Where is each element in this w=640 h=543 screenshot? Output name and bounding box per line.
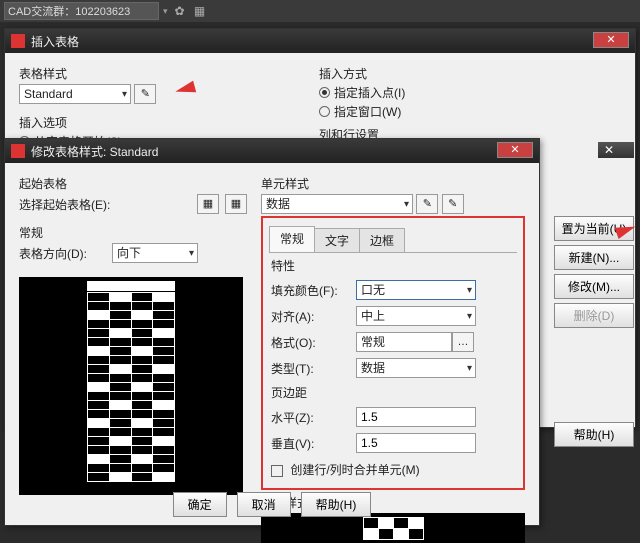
delete-button: 删除(D) (554, 303, 634, 328)
autocad-icon-2 (11, 144, 25, 158)
table-preview (19, 277, 243, 495)
close-icon-hidden[interactable]: ✕ (598, 142, 634, 158)
red-highlight-box: 常规 文字 边框 特性 填充颜色(F): 口无 对齐(A): 中上 格式( (261, 216, 525, 490)
merge-label: 创建行/列时合并单元(M) (290, 463, 419, 477)
gear-icon[interactable]: ✿ (172, 3, 188, 19)
pick-table-button[interactable]: ▦ (197, 194, 219, 214)
autocad-icon (11, 34, 25, 48)
format-value: 常规 (356, 332, 452, 352)
format-label: 格式(O): (271, 334, 356, 351)
insert-method-label: 插入方式 (319, 65, 619, 82)
app-topbar: ▾ ✿ ▦ (0, 0, 640, 22)
vert-margin-input[interactable] (356, 433, 476, 453)
radio-insert-point[interactable]: 指定插入点(I) (319, 84, 619, 101)
red-arrow-icon (174, 81, 196, 98)
tab-general[interactable]: 常规 (269, 226, 315, 252)
type-label: 类型(T): (271, 360, 356, 377)
table-style-combo[interactable]: Standard (19, 84, 131, 104)
align-combo[interactable]: 中上 (356, 306, 476, 326)
qq-group-input[interactable] (4, 2, 159, 20)
close-icon-2[interactable]: ✕ (497, 142, 533, 158)
help-button[interactable]: 帮助(H) (301, 492, 372, 517)
dialog-title-2: 修改表格样式: Standard (31, 143, 158, 160)
props-label: 特性 (271, 257, 515, 274)
new-button[interactable]: 新建(N)... (554, 245, 634, 270)
fill-color-combo[interactable]: 口无 (356, 280, 476, 300)
grid-icon[interactable]: ▦ (192, 3, 208, 19)
cell-style-preview (261, 513, 525, 543)
fill-color-label: 填充颜色(F): (271, 282, 356, 299)
manage-cellstyle-button[interactable]: ✎ (442, 194, 464, 214)
general-label: 常规 (19, 224, 247, 241)
cell-style-label: 单元样式 (261, 175, 525, 192)
dialog-titlebar: 插入表格 ✕ (5, 29, 635, 53)
horiz-margin-label: 水平(Z): (271, 409, 356, 426)
new-cellstyle-button[interactable]: ✎ (416, 194, 438, 214)
modify-table-style-dialog: 修改表格样式: Standard ✕ 起始表格 选择起始表格(E): ▦ ▦ 常… (4, 138, 540, 526)
direction-combo[interactable]: 向下 (112, 243, 198, 263)
dialog-title: 插入表格 (31, 33, 79, 50)
margin-label: 页边距 (271, 384, 515, 401)
pick-start-label: 选择起始表格(E): (19, 196, 191, 213)
start-table-label: 起始表格 (19, 175, 247, 192)
type-combo[interactable]: 数据 (356, 358, 476, 378)
align-label: 对齐(A): (271, 308, 356, 325)
tab-text[interactable]: 文字 (314, 228, 360, 252)
chevron-down-icon[interactable]: ▾ (163, 6, 168, 17)
radio-insert-window[interactable]: 指定窗口(W) (319, 103, 619, 120)
tab-border[interactable]: 边框 (359, 228, 405, 252)
horiz-margin-input[interactable] (356, 407, 476, 427)
cell-style-combo[interactable]: 数据 (261, 194, 413, 214)
insert-options-label: 插入选项 (19, 114, 319, 131)
vert-margin-label: 垂直(V): (271, 435, 356, 452)
style-edit-button[interactable]: ✎ (134, 84, 156, 104)
ok-button[interactable]: 确定 (173, 492, 227, 517)
modify-button[interactable]: 修改(M)... (554, 274, 634, 299)
format-browse-button[interactable]: … (452, 332, 474, 352)
table-style-label: 表格样式 (19, 65, 319, 82)
direction-label: 表格方向(D): (19, 245, 104, 262)
dialog-titlebar-2: 修改表格样式: Standard ✕ (5, 139, 539, 163)
merge-checkbox[interactable] (271, 465, 283, 477)
clear-table-button[interactable]: ▦ (225, 194, 247, 214)
cancel-button[interactable]: 取消 (237, 492, 291, 517)
style-side-buttons: 置为当前(U) 新建(N)... 修改(M)... 删除(D) 帮助(H) (554, 216, 634, 451)
close-icon[interactable]: ✕ (593, 32, 629, 48)
help-button-side[interactable]: 帮助(H) (554, 422, 634, 447)
